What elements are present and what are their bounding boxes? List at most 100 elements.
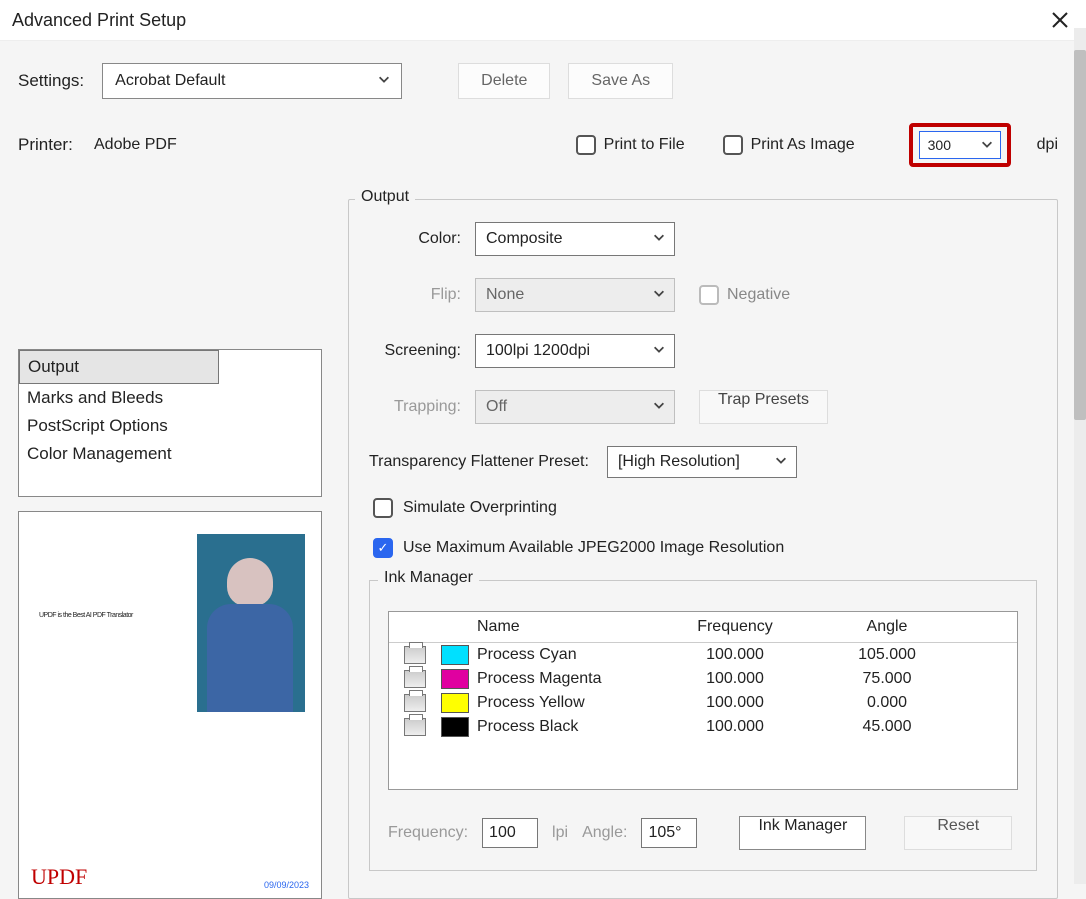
- jpeg2000-label: Use Maximum Available JPEG2000 Image Res…: [403, 539, 784, 557]
- chevron-down-icon: [652, 342, 666, 361]
- ink-hdr-angle: Angle: [817, 618, 957, 636]
- ink-freq: 100.000: [653, 718, 817, 736]
- category-output[interactable]: Output: [19, 350, 219, 384]
- trapping-label: Trapping:: [369, 398, 461, 416]
- print-as-image-checkbox[interactable]: Print As Image: [723, 135, 855, 155]
- printer-icon: [404, 670, 426, 688]
- ink-swatch: [441, 693, 469, 713]
- printer-icon: [404, 694, 426, 712]
- chevron-down-icon: [774, 453, 788, 472]
- flip-value: None: [486, 286, 524, 304]
- ink-angle: 105.000: [817, 646, 957, 664]
- preview-text: UPDF is the Best AI PDF Translator: [39, 612, 185, 619]
- settings-label: Settings:: [18, 71, 84, 91]
- chevron-down-icon: [652, 230, 666, 249]
- color-label: Color:: [369, 230, 461, 248]
- reset-button[interactable]: Reset: [904, 816, 1012, 850]
- dpi-highlight: 300: [909, 123, 1011, 167]
- checkbox-icon: [699, 285, 719, 305]
- screening-value: 100lpi 1200dpi: [486, 342, 590, 360]
- category-colormgmt[interactable]: Color Management: [19, 440, 321, 468]
- scrollbar-thumb[interactable]: [1074, 50, 1086, 420]
- simulate-overprinting-checkbox[interactable]: Simulate Overprinting: [373, 498, 1037, 518]
- flip-dropdown: None: [475, 278, 675, 312]
- category-marks[interactable]: Marks and Bleeds: [19, 384, 321, 412]
- color-dropdown[interactable]: Composite: [475, 222, 675, 256]
- ink-row[interactable]: Process Black100.00045.000: [389, 715, 1017, 739]
- chevron-down-icon: [377, 72, 391, 91]
- ink-manager-legend: Ink Manager: [378, 569, 479, 587]
- flattener-label: Transparency Flattener Preset:: [369, 453, 589, 471]
- dpi-dropdown[interactable]: 300: [919, 131, 1001, 159]
- ink-name: Process Magenta: [473, 670, 653, 688]
- close-icon: [1051, 11, 1069, 29]
- chevron-down-icon: [652, 398, 666, 417]
- window-title: Advanced Print Setup: [12, 10, 186, 31]
- printer-label: Printer:: [18, 135, 78, 155]
- preview-date: 09/09/2023: [264, 880, 309, 890]
- ink-row[interactable]: Process Yellow100.0000.000: [389, 691, 1017, 715]
- trapping-value: Off: [486, 398, 507, 416]
- settings-dropdown[interactable]: Acrobat Default: [102, 63, 402, 99]
- angle-label: Angle:: [582, 824, 627, 842]
- ink-angle: 75.000: [817, 670, 957, 688]
- ink-name: Process Yellow: [473, 694, 653, 712]
- ink-name: Process Black: [473, 718, 653, 736]
- ink-freq: 100.000: [653, 694, 817, 712]
- screening-dropdown[interactable]: 100lpi 1200dpi: [475, 334, 675, 368]
- category-list[interactable]: Output Marks and Bleeds PostScript Optio…: [18, 349, 322, 497]
- ink-angle: 0.000: [817, 694, 957, 712]
- chevron-down-icon: [652, 286, 666, 305]
- scrollbar[interactable]: [1074, 28, 1086, 884]
- color-value: Composite: [486, 230, 562, 248]
- checkbox-icon: [723, 135, 743, 155]
- ink-swatch: [441, 717, 469, 737]
- trapping-dropdown: Off: [475, 390, 675, 424]
- freq-label: Frequency:: [388, 824, 468, 842]
- ink-swatch: [441, 645, 469, 665]
- page-preview: UPDF is the Best AI PDF Translator UPDF …: [18, 511, 322, 899]
- print-as-image-label: Print As Image: [751, 136, 855, 154]
- category-postscript[interactable]: PostScript Options: [19, 412, 321, 440]
- angle-input[interactable]: 105°: [641, 818, 697, 848]
- close-button[interactable]: [1048, 8, 1072, 32]
- printer-icon: [404, 646, 426, 664]
- ink-hdr-name: Name: [473, 618, 653, 636]
- delete-button[interactable]: Delete: [458, 63, 550, 99]
- flattener-dropdown[interactable]: [High Resolution]: [607, 446, 797, 478]
- ink-swatch: [441, 669, 469, 689]
- ink-freq: 100.000: [653, 670, 817, 688]
- ink-manager-section: Ink Manager Name Frequency Angle Process…: [369, 580, 1037, 871]
- ink-manager-button[interactable]: Ink Manager: [739, 816, 866, 850]
- ink-hdr-freq: Frequency: [653, 618, 817, 636]
- printer-icon: [404, 718, 426, 736]
- printer-value: Adobe PDF: [94, 136, 177, 154]
- ink-freq: 100.000: [653, 646, 817, 664]
- print-to-file-label: Print to File: [604, 136, 685, 154]
- output-panel: Output Color: Composite Flip: None Negat…: [348, 199, 1058, 899]
- negative-checkbox: Negative: [699, 285, 790, 305]
- trap-presets-button[interactable]: Trap Presets: [699, 390, 828, 424]
- flattener-value: [High Resolution]: [618, 453, 740, 471]
- chevron-down-icon: [980, 137, 994, 154]
- simulate-label: Simulate Overprinting: [403, 499, 557, 517]
- dpi-value: 300: [928, 137, 951, 153]
- ink-angle: 45.000: [817, 718, 957, 736]
- output-legend: Output: [355, 188, 415, 206]
- save-as-button[interactable]: Save As: [568, 63, 673, 99]
- freq-input[interactable]: 100: [482, 818, 538, 848]
- jpeg2000-checkbox[interactable]: Use Maximum Available JPEG2000 Image Res…: [373, 538, 1037, 558]
- titlebar: Advanced Print Setup: [0, 0, 1086, 41]
- preview-brand: UPDF: [31, 864, 87, 890]
- negative-label: Negative: [727, 286, 790, 304]
- ink-row[interactable]: Process Cyan100.000105.000: [389, 643, 1017, 667]
- ink-name: Process Cyan: [473, 646, 653, 664]
- preview-image: [197, 534, 305, 712]
- screening-label: Screening:: [369, 342, 461, 360]
- settings-value: Acrobat Default: [115, 72, 225, 90]
- checkbox-icon: [576, 135, 596, 155]
- print-to-file-checkbox[interactable]: Print to File: [576, 135, 685, 155]
- ink-row[interactable]: Process Magenta100.00075.000: [389, 667, 1017, 691]
- checkbox-icon: [373, 538, 393, 558]
- dpi-label: dpi: [1037, 136, 1058, 154]
